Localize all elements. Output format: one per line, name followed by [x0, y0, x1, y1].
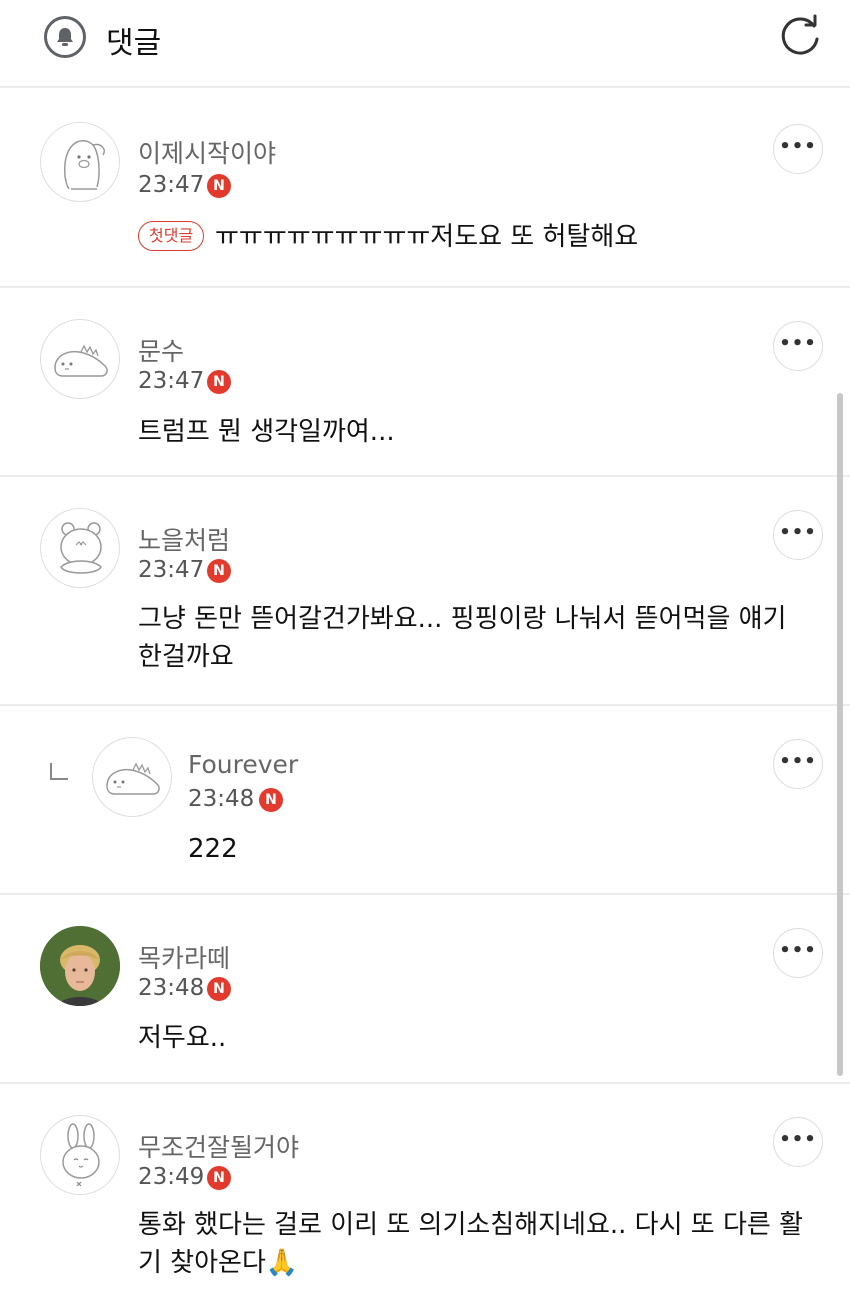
avatar[interactable] — [40, 122, 120, 202]
more-options-button[interactable]: ••• — [773, 510, 823, 560]
comment-item: 문수 23:47 N 트럼프 뭔 생각일까여... ••• — [0, 288, 850, 477]
bear-icon — [60, 522, 102, 574]
comment-nickname[interactable]: 무조건잘될거야 — [138, 1128, 299, 1164]
comment-item: 이제시작이야 23:47 N 첫댓글 ㅠㅠㅠㅠㅠㅠㅠㅠㅠ저도요 또 허탈해요 •… — [0, 88, 850, 288]
comment-nickname[interactable]: 노을처럼 — [138, 521, 230, 557]
comment-time: 23:48 — [138, 975, 205, 1001]
new-badge: N — [207, 977, 231, 1001]
comment-text: 통화 했다는 걸로 이리 또 의기소침해지네요.. 다시 또 다른 활기 찾아온… — [138, 1210, 803, 1278]
comment-time: 23:47 — [138, 172, 205, 198]
avatar[interactable] — [92, 737, 172, 817]
reply-indicator-icon — [50, 763, 68, 780]
new-badge: N — [259, 788, 283, 812]
comment-item: 목카라떼 23:48 N 저두요.. ••• — [0, 895, 850, 1084]
comments-header: 댓글 — [0, 0, 850, 88]
new-badge: N — [207, 370, 231, 394]
dinosaur-icon — [106, 762, 160, 795]
comment-nickname[interactable]: 이제시작이야 — [138, 134, 276, 170]
comment-nickname[interactable]: 문수 — [138, 332, 184, 368]
new-badge: N — [207, 1166, 231, 1190]
comment-time: 23:47 — [138, 368, 205, 394]
new-badge: N — [207, 559, 231, 583]
notification-bell-button[interactable] — [44, 16, 86, 58]
comment-time: 23:49 — [138, 1164, 205, 1190]
bell-icon — [57, 28, 73, 46]
more-options-button[interactable]: ••• — [773, 124, 823, 174]
refresh-icon — [781, 14, 819, 55]
comment-nickname[interactable]: Fourever — [188, 750, 298, 779]
avatar[interactable] — [40, 319, 120, 399]
more-options-button[interactable]: ••• — [773, 928, 823, 978]
avatar[interactable] — [40, 926, 120, 1006]
first-comment-badge: 첫댓글 — [138, 221, 205, 251]
avatar[interactable] — [40, 1115, 120, 1195]
photo-avatar — [40, 926, 120, 1006]
dinosaur-icon — [54, 344, 108, 377]
comment-text: 트럼프 뭔 생각일까여... — [138, 417, 395, 447]
scrollbar[interactable] — [837, 393, 843, 1076]
comment-text: ㅠㅠㅠㅠㅠㅠㅠㅠㅠ저도요 또 허탈해요 — [215, 222, 639, 252]
comment-time: 23:47 — [138, 557, 205, 583]
avatar[interactable] — [40, 508, 120, 588]
comment-nickname[interactable]: 목카라떼 — [138, 939, 230, 975]
comment-text: 그냥 돈만 뜯어갈건가봐요... 핑핑이랑 나눠서 뜯어먹을 얘기한걸까요 — [138, 604, 787, 672]
penguin-pig-icon — [64, 140, 105, 190]
comment-list: 이제시작이야 23:47 N 첫댓글 ㅠㅠㅠㅠㅠㅠㅠㅠㅠ저도요 또 허탈해요 •… — [0, 88, 850, 1308]
more-options-button[interactable]: ••• — [773, 739, 823, 789]
new-badge: N — [207, 174, 231, 198]
comment-time: 23:48 — [188, 786, 255, 812]
comment-text: 저두요.. — [138, 1023, 227, 1053]
more-options-button[interactable]: ••• — [773, 321, 823, 371]
comment-text: 222 — [188, 834, 238, 864]
reply-comment-item: Fourever 23:48 N 222 ••• — [0, 706, 850, 895]
comment-item: 무조건잘될거야 23:49 N 통화 했다는 걸로 이리 또 의기소침해지네요.… — [0, 1084, 850, 1308]
rabbit-icon — [62, 1123, 100, 1187]
comment-item: 노을처럼 23:47 N 그냥 돈만 뜯어갈건가봐요... 핑핑이랑 나눠서 뜯… — [0, 477, 850, 706]
refresh-button[interactable] — [776, 12, 824, 60]
more-options-button[interactable]: ••• — [773, 1117, 823, 1167]
page-title: 댓글 — [106, 26, 162, 61]
